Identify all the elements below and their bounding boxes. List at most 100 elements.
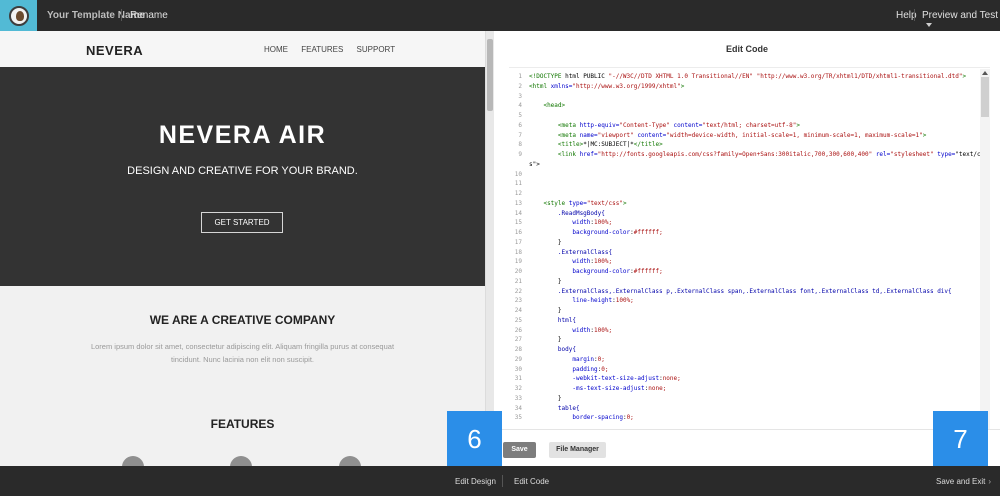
line-number: 4 bbox=[518, 102, 522, 110]
line-number: 15 bbox=[514, 219, 522, 227]
divider bbox=[502, 475, 503, 487]
line-number: 14 bbox=[514, 209, 522, 217]
code-text: width:100%; bbox=[572, 219, 613, 227]
top-bar: Your Template Name Rename Help Preview a… bbox=[0, 0, 1000, 31]
line-number: 1 bbox=[518, 73, 522, 80]
line-number: 11 bbox=[514, 180, 522, 188]
section-text: Lorem ipsum dolor sit amet, consectetur … bbox=[90, 342, 395, 364]
line-number: 6 bbox=[518, 121, 522, 129]
features-title: FEATURES bbox=[210, 417, 275, 431]
line-number: 21 bbox=[514, 277, 522, 285]
code-text: table{ bbox=[529, 404, 580, 412]
code-text: border-spacing:0; bbox=[572, 414, 634, 422]
rename-link[interactable]: Rename bbox=[130, 10, 168, 21]
code-text: .ExternalClass{ bbox=[529, 248, 613, 256]
line-number: 28 bbox=[514, 346, 522, 353]
code-text: html{ bbox=[529, 316, 576, 324]
chevron-right-icon: › bbox=[988, 477, 992, 486]
divider bbox=[121, 9, 122, 21]
line-number: 8 bbox=[518, 141, 522, 149]
line-number: 7 bbox=[518, 131, 522, 139]
scroll-up-icon[interactable] bbox=[982, 71, 988, 75]
code-text: -webkit-text-size-adjust:none; bbox=[572, 375, 681, 383]
preview-and-test-menu[interactable]: Preview and Test bbox=[922, 10, 1000, 32]
code-text: background-color:#ffffff; bbox=[572, 229, 663, 236]
code-text: <style type="text/css"> bbox=[543, 199, 627, 207]
nav-support[interactable]: SUPPORT bbox=[357, 45, 396, 54]
nav-features[interactable]: FEATURES bbox=[301, 45, 343, 54]
code-text: .ReadMsgBody{ bbox=[529, 209, 605, 217]
divider bbox=[914, 9, 915, 21]
code-text: s"> bbox=[529, 160, 540, 168]
preview-scrollbar[interactable] bbox=[485, 31, 494, 466]
code-text: margin:0; bbox=[572, 355, 605, 363]
code-text: } bbox=[529, 307, 562, 314]
edit-code-tab[interactable]: Edit Code bbox=[514, 477, 549, 486]
line-number: 22 bbox=[514, 287, 522, 295]
line-number: 25 bbox=[514, 316, 522, 324]
line-number: 35 bbox=[514, 414, 522, 422]
hero-subtitle: DESIGN AND CREATIVE FOR YOUR BRAND. bbox=[127, 165, 358, 177]
nav-home[interactable]: HOME bbox=[264, 45, 288, 54]
code-text: <link href="http://fonts.googleapis.com/… bbox=[557, 151, 985, 158]
feature-icon bbox=[339, 456, 361, 466]
feature-icon bbox=[230, 456, 252, 466]
code-text: } bbox=[529, 277, 562, 285]
chimp-logo-icon bbox=[8, 5, 29, 26]
save-button[interactable]: Save bbox=[503, 442, 536, 458]
line-number: 26 bbox=[514, 326, 522, 334]
line-number: 13 bbox=[514, 199, 522, 207]
code-text: } bbox=[529, 336, 562, 344]
preview-nav-links: HOME FEATURES SUPPORT bbox=[264, 45, 406, 54]
edit-design-tab[interactable]: Edit Design bbox=[455, 477, 496, 486]
line-number: 9 bbox=[518, 151, 522, 158]
line-number: 17 bbox=[514, 238, 522, 246]
hero-section: NEVERA AIR DESIGN AND CREATIVE FOR YOUR … bbox=[0, 67, 485, 286]
code-text: width:100%; bbox=[572, 326, 613, 334]
line-number: 34 bbox=[514, 404, 522, 412]
line-number: 5 bbox=[518, 112, 522, 119]
code-text: .ExternalClass,.ExternalClass p,.Externa… bbox=[529, 287, 952, 295]
code-scrollbar[interactable] bbox=[980, 69, 990, 429]
code-text: <head> bbox=[543, 102, 566, 110]
line-number: 18 bbox=[514, 248, 522, 256]
line-number: 20 bbox=[514, 268, 522, 275]
save-and-exit-button[interactable]: Save and Exit › bbox=[936, 477, 991, 486]
chevron-down-icon bbox=[926, 23, 932, 27]
step-badge-6: 6 bbox=[447, 411, 502, 466]
hero-title: NEVERA AIR bbox=[158, 121, 327, 149]
preview-nav: NEVERA HOME FEATURES SUPPORT bbox=[0, 31, 485, 67]
code-text: <meta http-equiv="Content-Type" content=… bbox=[557, 121, 800, 129]
code-text: width:100%; bbox=[572, 258, 613, 266]
get-started-button[interactable]: GET STARTED bbox=[201, 212, 283, 233]
code-text: background-color:#ffffff; bbox=[572, 268, 663, 275]
line-number: 31 bbox=[514, 375, 522, 383]
scrollbar-thumb[interactable] bbox=[981, 77, 989, 117]
code-text: padding:0; bbox=[572, 365, 609, 373]
scrollbar-thumb[interactable] bbox=[487, 39, 493, 111]
line-number: 33 bbox=[514, 394, 522, 402]
line-number: 24 bbox=[514, 307, 522, 314]
line-number: 2 bbox=[518, 82, 522, 90]
code-text: } bbox=[529, 238, 562, 246]
line-number: 19 bbox=[514, 258, 522, 266]
section-title: WE ARE A CREATIVE COMPANY bbox=[149, 313, 336, 327]
brand-name: NEVERA bbox=[86, 43, 144, 58]
code-editor[interactable]: 1 <!DOCTYPE html PUBLIC "-//W3C//DTD XHTM… bbox=[509, 67, 990, 430]
code-editor-panel: Edit Code 1 <!DOCTYPE html PUBLIC "-//W3C… bbox=[494, 31, 1000, 466]
code-text: } bbox=[529, 394, 562, 402]
panel-title: Edit Code bbox=[726, 44, 768, 54]
line-number: 30 bbox=[514, 365, 522, 373]
design-preview: NEVERA HOME FEATURES SUPPORT NEVERA AIR … bbox=[0, 31, 485, 466]
line-number: 12 bbox=[514, 190, 522, 197]
preview-label: Preview and Test bbox=[922, 10, 998, 21]
app-logo[interactable] bbox=[0, 0, 37, 31]
line-number: 16 bbox=[514, 229, 522, 236]
step-badge-7: 7 bbox=[933, 411, 988, 466]
code-text: line-height:100%; bbox=[572, 297, 634, 305]
file-manager-button[interactable]: File Manager bbox=[549, 442, 606, 458]
line-number: 27 bbox=[514, 336, 522, 344]
code-text: <!DOCTYPE html PUBLIC "-//W3C//DTD XHTML… bbox=[529, 73, 967, 80]
line-number: 10 bbox=[514, 170, 522, 178]
line-number: 32 bbox=[514, 385, 522, 392]
